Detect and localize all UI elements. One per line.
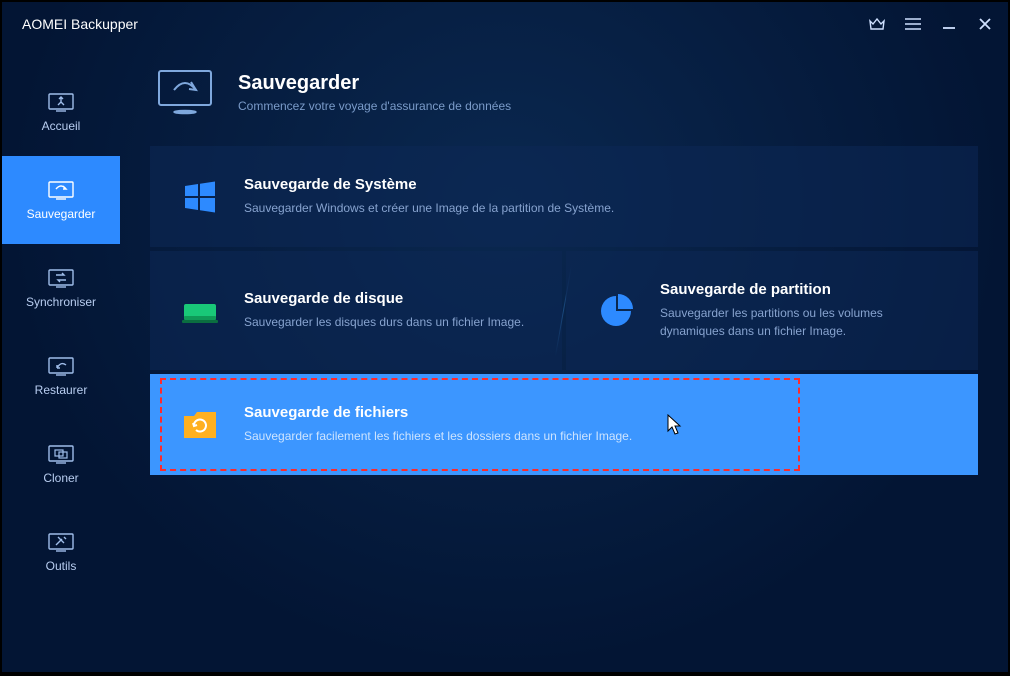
card-desc: Sauvegarder facilement les fichiers et l… [244,427,632,445]
app-window: AOMEI Backupper Accueil [2,2,1008,672]
card-system-backup[interactable]: Sauvegarde de Système Sauvegarder Window… [150,146,978,247]
card-text: Sauvegarde de Système Sauvegarder Window… [244,176,614,217]
disk-icon [180,291,220,331]
card-title: Sauvegarde de Système [244,176,614,193]
card-desc: Sauvegarder les disques durs dans un fic… [244,313,524,331]
card-disk-backup[interactable]: Sauvegarde de disque Sauvegarder les dis… [150,251,562,370]
cards-container: Sauvegarde de Système Sauvegarder Window… [150,146,978,475]
cursor-icon [667,414,683,436]
menu-icon [905,18,921,30]
backup-icon [46,179,76,201]
card-desc: Sauvegarder les partitions ou les volume… [660,304,948,340]
card-text: Sauvegarde de fichiers Sauvegarder facil… [244,404,632,445]
restore-icon [46,355,76,377]
sidebar-item-label: Accueil [42,119,81,133]
folder-refresh-icon [180,405,220,445]
titlebar-buttons [862,9,1000,39]
titlebar: AOMEI Backupper [2,2,1008,46]
card-desc: Sauvegarder Windows et créer une Image d… [244,199,614,217]
page-header-text: Sauvegarder Commencez votre voyage d'ass… [238,72,511,113]
windows-icon [180,177,220,217]
sidebar-item-home[interactable]: Accueil [2,68,120,156]
share-monitor-icon [156,68,214,116]
upgrade-button[interactable] [862,9,892,39]
sidebar: Accueil Sauvegarder Synchroniser Restaur… [2,46,120,672]
close-button[interactable] [970,9,1000,39]
sidebar-item-restore[interactable]: Restaurer [2,332,120,420]
sidebar-item-label: Sauvegarder [27,207,96,221]
card-partition-backup[interactable]: Sauvegarde de partition Sauvegarder les … [566,251,978,370]
app-title: AOMEI Backupper [22,16,862,32]
sidebar-item-sync[interactable]: Synchroniser [2,244,120,332]
card-title: Sauvegarde de partition [660,281,948,298]
pie-icon [596,291,636,331]
sidebar-item-label: Restaurer [35,383,88,397]
sidebar-item-backup[interactable]: Sauvegarder [2,156,120,244]
cards-row: Sauvegarde de disque Sauvegarder les dis… [150,251,978,370]
sync-icon [46,267,76,289]
page-subtitle: Commencez votre voyage d'assurance de do… [238,99,511,113]
minimize-button[interactable] [934,9,964,39]
minimize-icon [942,17,956,31]
card-text: Sauvegarde de disque Sauvegarder les dis… [244,290,524,331]
menu-button[interactable] [898,9,928,39]
main-panel: Sauvegarder Commencez votre voyage d'ass… [120,46,1008,672]
page-header: Sauvegarder Commencez votre voyage d'ass… [150,46,978,146]
sidebar-item-label: Synchroniser [26,295,96,309]
sidebar-item-label: Cloner [43,471,78,485]
crown-icon [869,17,885,31]
card-title: Sauvegarde de fichiers [244,404,632,421]
card-file-backup[interactable]: Sauvegarde de fichiers Sauvegarder facil… [150,374,978,475]
tools-icon [46,531,76,553]
close-icon [978,17,992,31]
sidebar-item-clone[interactable]: Cloner [2,420,120,508]
home-icon [46,91,76,113]
clone-icon [46,443,76,465]
sidebar-item-label: Outils [46,559,77,573]
page-title: Sauvegarder [238,72,511,95]
card-text: Sauvegarde de partition Sauvegarder les … [660,281,948,340]
body: Accueil Sauvegarder Synchroniser Restaur… [2,46,1008,672]
card-title: Sauvegarde de disque [244,290,524,307]
sidebar-item-tools[interactable]: Outils [2,508,120,596]
